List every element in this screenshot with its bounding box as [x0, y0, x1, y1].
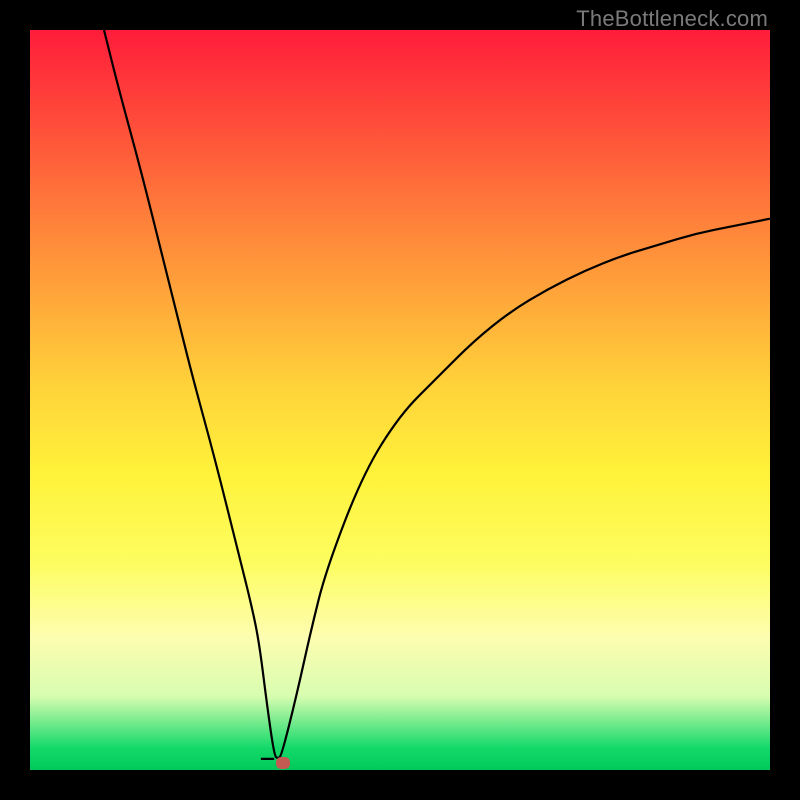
- chart-frame: TheBottleneck.com: [0, 0, 800, 800]
- optimal-point-marker: [276, 757, 290, 769]
- attribution-text: TheBottleneck.com: [576, 6, 768, 32]
- chart-svg: [30, 30, 770, 770]
- bottleneck-curve: [104, 30, 770, 759]
- plot-area: [30, 30, 770, 770]
